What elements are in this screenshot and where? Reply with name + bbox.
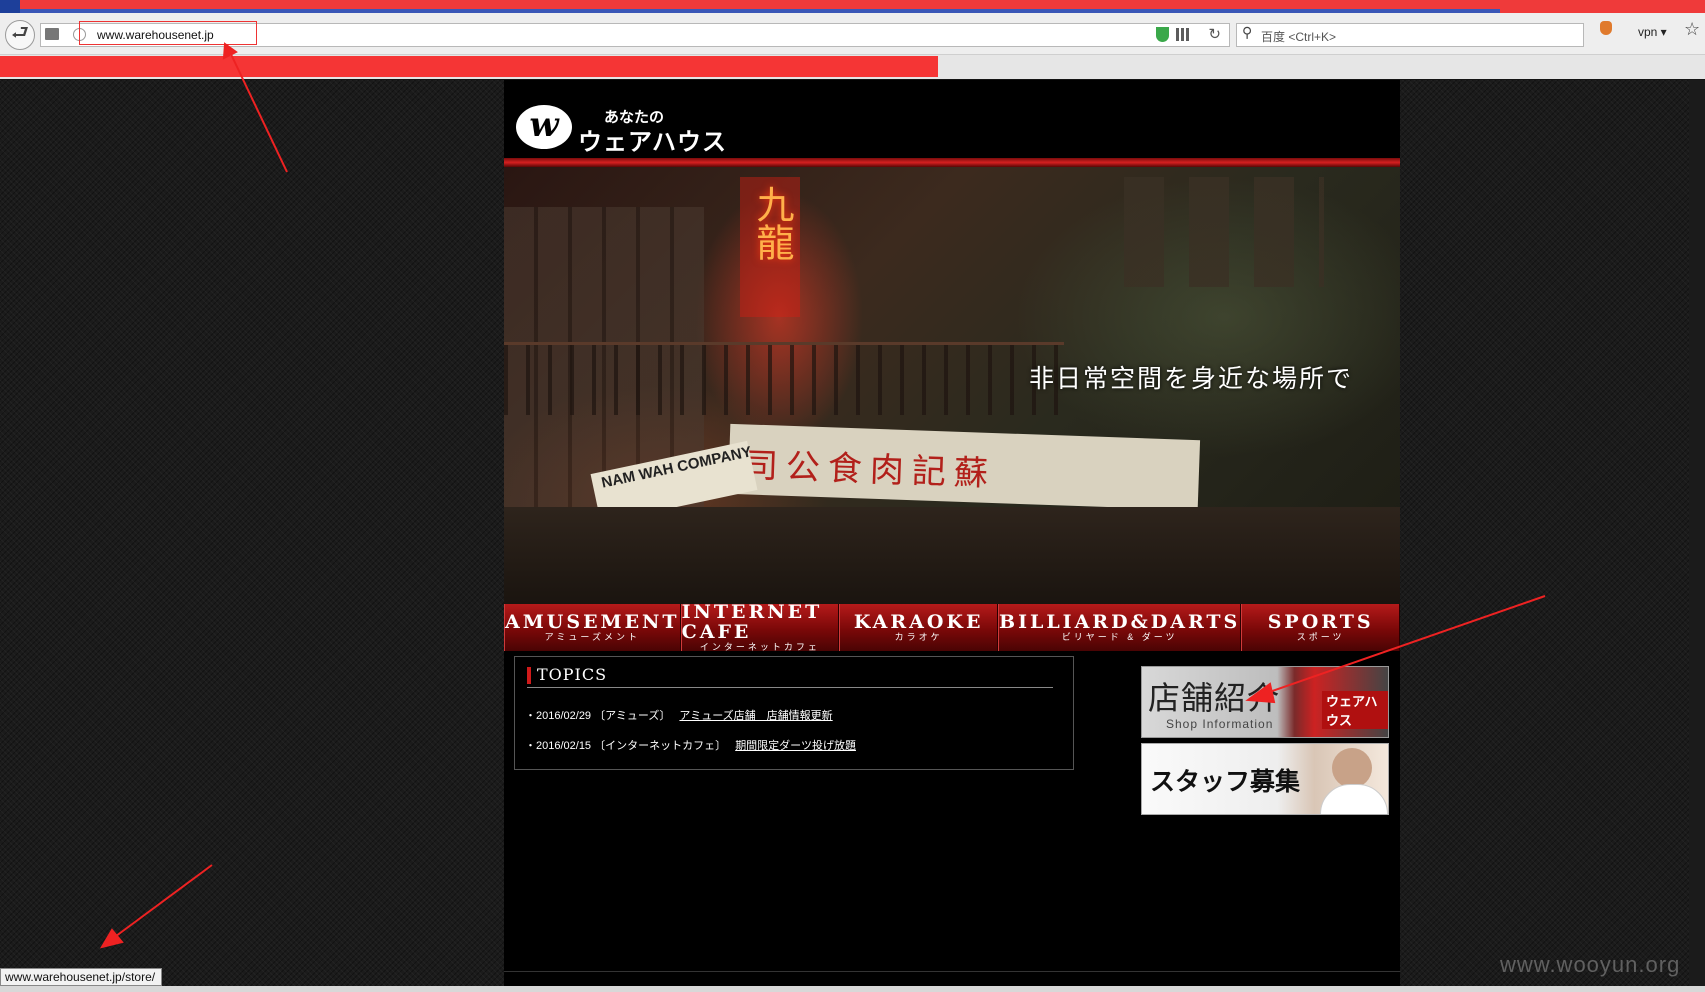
staff-photo-body [1320, 784, 1388, 814]
window-corner [0, 0, 20, 13]
scrollbar[interactable] [1689, 80, 1705, 986]
window-title-strip [0, 0, 1705, 13]
header-divider [504, 158, 1400, 167]
search-placeholder[interactable]: 百度 <Ctrl+K> [1261, 28, 1336, 45]
nav-sublabel: スポーツ [1296, 632, 1345, 642]
address-bar[interactable]: www.warehousenet.jp ↻ [40, 21, 1230, 47]
topic-category: 〔インターネットカフェ〕 [594, 740, 727, 752]
nav-label: KARAOKE [853, 611, 984, 633]
nav-label: AMUSEMENT [505, 611, 680, 633]
footer-divider [504, 971, 1400, 972]
topics-panel: TOPICS ・2016/02/29 〔アミューズ〕 アミューズ店舗 店舗情報更… [514, 656, 1074, 770]
nav-amusement[interactable]: AMUSEMENT アミューズメント [504, 604, 681, 651]
topics-header: TOPICS [527, 665, 1053, 688]
hero-balcony [504, 342, 1064, 415]
logo-mark[interactable]: w [516, 105, 572, 149]
back-button[interactable]: ⮐ [5, 20, 35, 50]
staff-banner-title: スタッフ募集 [1150, 767, 1301, 796]
topic-date: ・2016/02/15 [525, 740, 592, 752]
site-header: w あなたの ウェアハウス [504, 80, 1400, 158]
store-banner-subtitle: Shop Information [1166, 717, 1274, 731]
nav-label: BILLIARD&DARTS [999, 611, 1241, 633]
topics-title: TOPICS [537, 665, 608, 684]
hero-clothes [1124, 177, 1324, 287]
watermark: www.wooyun.org [1500, 952, 1681, 977]
star-icon[interactable]: ☆ [1684, 19, 1700, 40]
topic-link[interactable]: アミューズ店舗 店舗情報更新 [679, 710, 832, 722]
topic-item: ・2016/02/29 〔アミューズ〕 アミューズ店舗 店舗情報更新 [525, 707, 833, 723]
topic-category: 〔アミューズ〕 [594, 710, 671, 722]
nav-karaoke[interactable]: KARAOKE カラオケ [839, 604, 999, 651]
qr-icon[interactable] [1176, 28, 1189, 41]
reload-icon[interactable]: ↻ [1208, 25, 1221, 43]
staff-recruit-banner[interactable]: スタッフ募集 [1141, 743, 1389, 815]
search-icon: ⚲ [1242, 25, 1253, 41]
loading-progress-bar [0, 56, 938, 77]
logo-name[interactable]: ウェアハウス [578, 122, 727, 157]
shield-icon[interactable] [1156, 27, 1169, 42]
hero-street [504, 507, 1400, 604]
nav-billiard-darts[interactable]: BILLIARD&DARTS ビリヤード & ダーツ [998, 604, 1242, 651]
window-bottom-edge [0, 986, 1705, 992]
store-info-banner[interactable]: 店舗紹介 Shop Information ウェアハウス [1141, 666, 1389, 738]
vpn-menu[interactable]: vpn ▾ [1638, 25, 1667, 39]
topic-item: ・2016/02/15 〔インターネットカフェ〕 期間限定ダーツ投げ放題 [525, 737, 856, 753]
page-icon [45, 28, 59, 40]
site-container: w あなたの ウェアハウス 九龍 司公食肉記蘇 NAM WAH COMPANY … [504, 80, 1400, 986]
hero-image: 九龍 司公食肉記蘇 NAM WAH COMPANY 非日常空間を身近な場所で [504, 167, 1400, 604]
status-bar-url: www.warehousenet.jp/store/ [0, 968, 163, 986]
address-text[interactable]: www.warehousenet.jp [97, 28, 214, 42]
back-icon: ⮐ [11, 20, 29, 44]
staff-photo-head [1332, 748, 1372, 788]
nav-sublabel: インターネットカフェ [699, 642, 820, 652]
nav-sports[interactable]: SPORTS スポーツ [1241, 604, 1400, 651]
topic-link[interactable]: 期間限定ダーツ投げ放題 [735, 740, 856, 752]
nav-internet-cafe[interactable]: INTERNET CAFE インターネットカフェ [680, 601, 840, 652]
topic-date: ・2016/02/29 [525, 710, 592, 722]
nav-sublabel: アミューズメント [544, 632, 640, 642]
nav-label: INTERNET CAFE [681, 601, 823, 643]
nav-sublabel: ビリヤード & ダーツ [1061, 632, 1178, 642]
store-banner-sign: ウェアハウス [1322, 691, 1388, 729]
topics-marker [527, 667, 531, 684]
store-banner-title: 店舗紹介 [1148, 679, 1281, 717]
main-nav: AMUSEMENT アミューズメント INTERNET CAFE インターネット… [504, 601, 1400, 652]
nav-sublabel: カラオケ [894, 632, 943, 642]
extension-icon[interactable] [1600, 21, 1612, 35]
hero-caption: 非日常空間を身近な場所で [1029, 364, 1354, 393]
hero-sign-text: 司公食肉記蘇 [743, 445, 997, 495]
search-box[interactable]: ⚲ 百度 <Ctrl+K> [1236, 23, 1584, 47]
nav-label: SPORTS [1267, 611, 1374, 633]
browser-toolbar: ⮐ www.warehousenet.jp ↻ ⚲ 百度 <Ctrl+K> [0, 13, 1705, 55]
hero-neon-sign: 九龍 [750, 185, 794, 261]
